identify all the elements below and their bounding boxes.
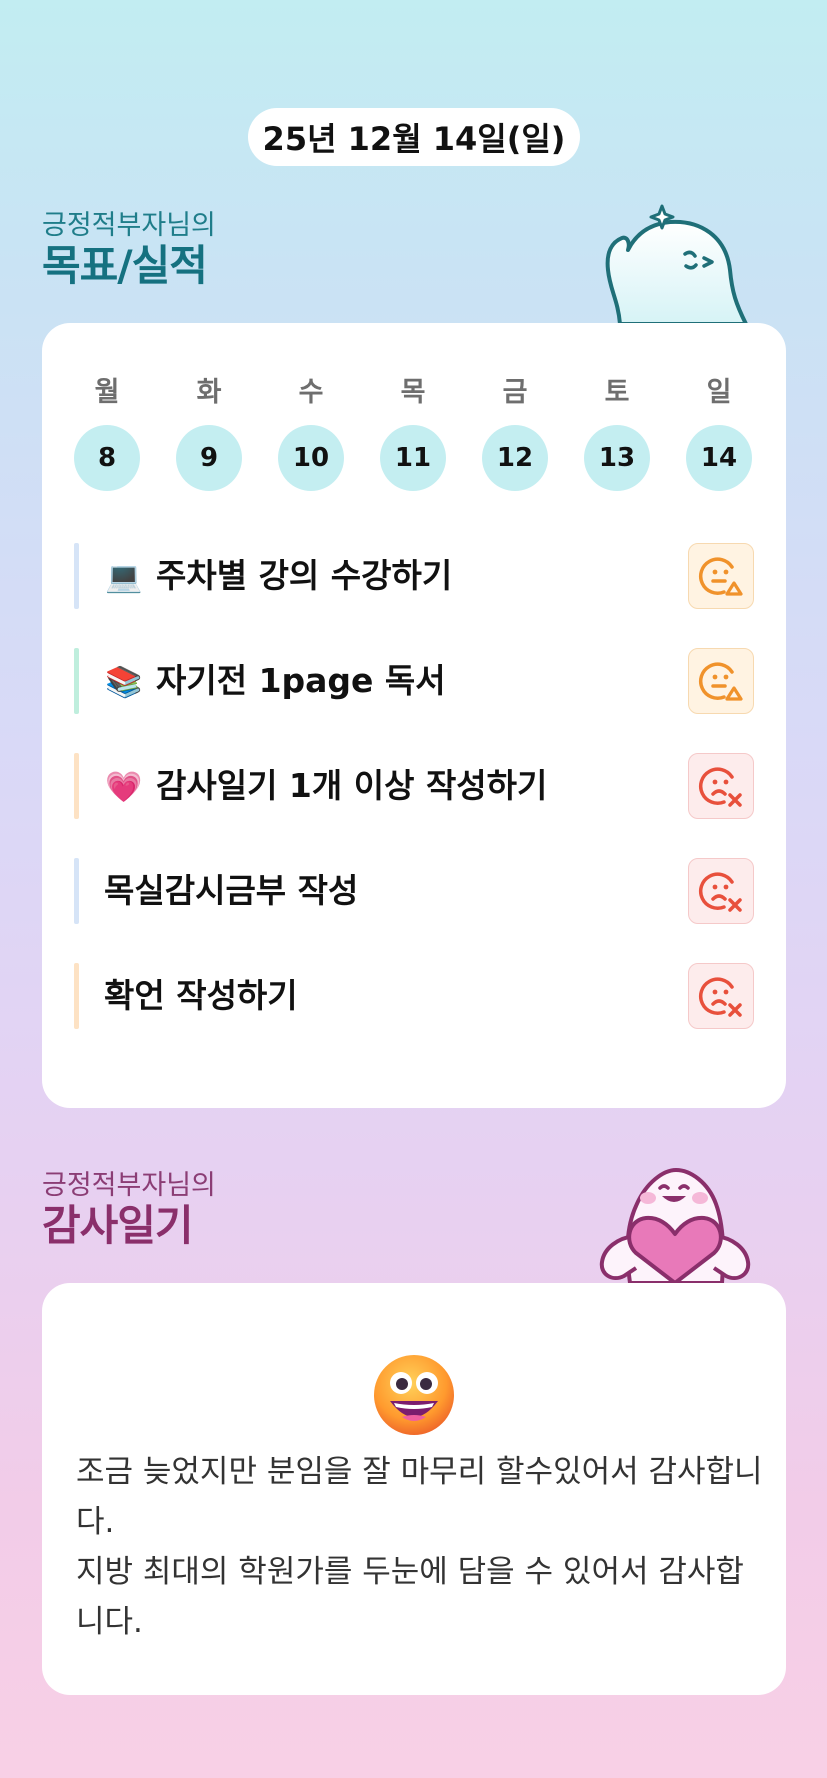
- date-display[interactable]: 25년 12월 14일(일): [248, 108, 580, 166]
- goal-status-partial[interactable]: [688, 543, 754, 609]
- goal-row[interactable]: 💻 주차별 강의 수강하기: [74, 543, 754, 609]
- goals-section-title: 목표/실적: [42, 241, 208, 290]
- grinning-face-icon: [374, 1355, 454, 1435]
- goal-status-fail[interactable]: [688, 858, 754, 924]
- calendar-day[interactable]: 금 12: [482, 375, 548, 491]
- thanks-section-header: 긍정적부자님의 감사일기: [42, 1170, 216, 1250]
- heart-icon: 💗: [105, 770, 143, 805]
- laptop-icon: 💻: [105, 560, 143, 595]
- calendar-day[interactable]: 토 13: [584, 375, 650, 491]
- goal-status-fail[interactable]: [688, 963, 754, 1029]
- day-of-week-label: 금: [502, 377, 528, 408]
- week-calendar: 월 8 화 9 수 10 목 11 금 12 토 13 일 14: [74, 375, 754, 491]
- goal-color-bar: [74, 648, 79, 714]
- thanks-section-title: 감사일기: [42, 1201, 194, 1250]
- fail-face-icon: [698, 767, 742, 807]
- fail-face-icon: [698, 872, 742, 912]
- calendar-day-selected[interactable]: 일 14: [686, 375, 752, 491]
- calendar-day[interactable]: 화 9: [176, 375, 242, 491]
- goal-row[interactable]: 💗 감사일기 1개 이상 작성하기: [74, 753, 754, 819]
- date-circle[interactable]: 11: [380, 425, 446, 491]
- goals-section-subtitle: 긍정적부자님의: [42, 210, 216, 241]
- goal-row[interactable]: 목실감시금부 작성: [74, 858, 754, 924]
- goal-status-fail[interactable]: [688, 753, 754, 819]
- day-of-week-label: 화: [196, 377, 222, 408]
- books-icon: 📚: [105, 665, 143, 700]
- goal-color-bar: [74, 543, 79, 609]
- goal-content: 💻 주차별 강의 수강하기: [104, 543, 452, 609]
- goal-content: 📚 자기전 1page 독서: [104, 648, 446, 714]
- goals-section-header: 긍정적부자님의 목표/실적: [42, 210, 216, 290]
- date-circle[interactable]: 10: [278, 425, 344, 491]
- fail-face-icon: [698, 977, 742, 1017]
- thanks-section-subtitle: 긍정적부자님의: [42, 1170, 216, 1201]
- goal-label: 감사일기 1개 이상 작성하기: [156, 766, 548, 805]
- partial-face-icon: [698, 662, 743, 701]
- calendar-day[interactable]: 수 10: [278, 375, 344, 491]
- thanks-entry: 지방 최대의 학원가를 두눈에 담을 수 있어서 감사합니다.: [76, 1554, 744, 1640]
- goal-content: 확언 작성하기: [104, 963, 298, 1029]
- heart-ghost-mascot-icon: [599, 1168, 751, 1283]
- goal-color-bar: [74, 963, 79, 1029]
- day-of-week-label: 월: [94, 377, 120, 408]
- ghost-mascot-icon: [605, 204, 748, 324]
- date-circle[interactable]: 12: [482, 425, 548, 491]
- day-of-week-label: 수: [298, 377, 324, 408]
- goal-row[interactable]: 확언 작성하기: [74, 963, 754, 1029]
- goal-color-bar: [74, 858, 79, 924]
- goal-label: 주차별 강의 수강하기: [156, 556, 453, 595]
- date-circle[interactable]: 14: [686, 425, 752, 491]
- day-of-week-label: 목: [400, 377, 426, 408]
- thanks-diary-text: 조금 늦었지만 분임을 잘 마무리 할수있어서 감사합니다. 지방 최대의 학원…: [76, 1447, 766, 1647]
- partial-face-icon: [698, 557, 743, 596]
- goal-label: 목실감시금부 작성: [104, 871, 359, 910]
- day-of-week-label: 토: [604, 377, 630, 408]
- goal-color-bar: [74, 753, 79, 819]
- date-circle[interactable]: 9: [176, 425, 242, 491]
- calendar-day[interactable]: 월 8: [74, 375, 140, 491]
- date-circle[interactable]: 13: [584, 425, 650, 491]
- goal-content: 목실감시금부 작성: [104, 858, 358, 924]
- goal-content: 💗 감사일기 1개 이상 작성하기: [104, 753, 547, 819]
- goal-status-partial[interactable]: [688, 648, 754, 714]
- thanks-diary-card: 조금 늦었지만 분임을 잘 마무리 할수있어서 감사합니다. 지방 최대의 학원…: [42, 1283, 786, 1695]
- goal-row[interactable]: 📚 자기전 1page 독서: [74, 648, 754, 714]
- goal-label: 확언 작성하기: [104, 976, 298, 1015]
- goal-label: 자기전 1page 독서: [156, 661, 446, 700]
- date-circle[interactable]: 8: [74, 425, 140, 491]
- day-of-week-label: 일: [706, 377, 732, 408]
- calendar-day[interactable]: 목 11: [380, 375, 446, 491]
- thanks-entry: 조금 늦었지만 분임을 잘 마무리 할수있어서 감사합니다.: [76, 1454, 763, 1540]
- goals-card: 월 8 화 9 수 10 목 11 금 12 토 13 일 14 💻 주차별 강…: [42, 323, 786, 1108]
